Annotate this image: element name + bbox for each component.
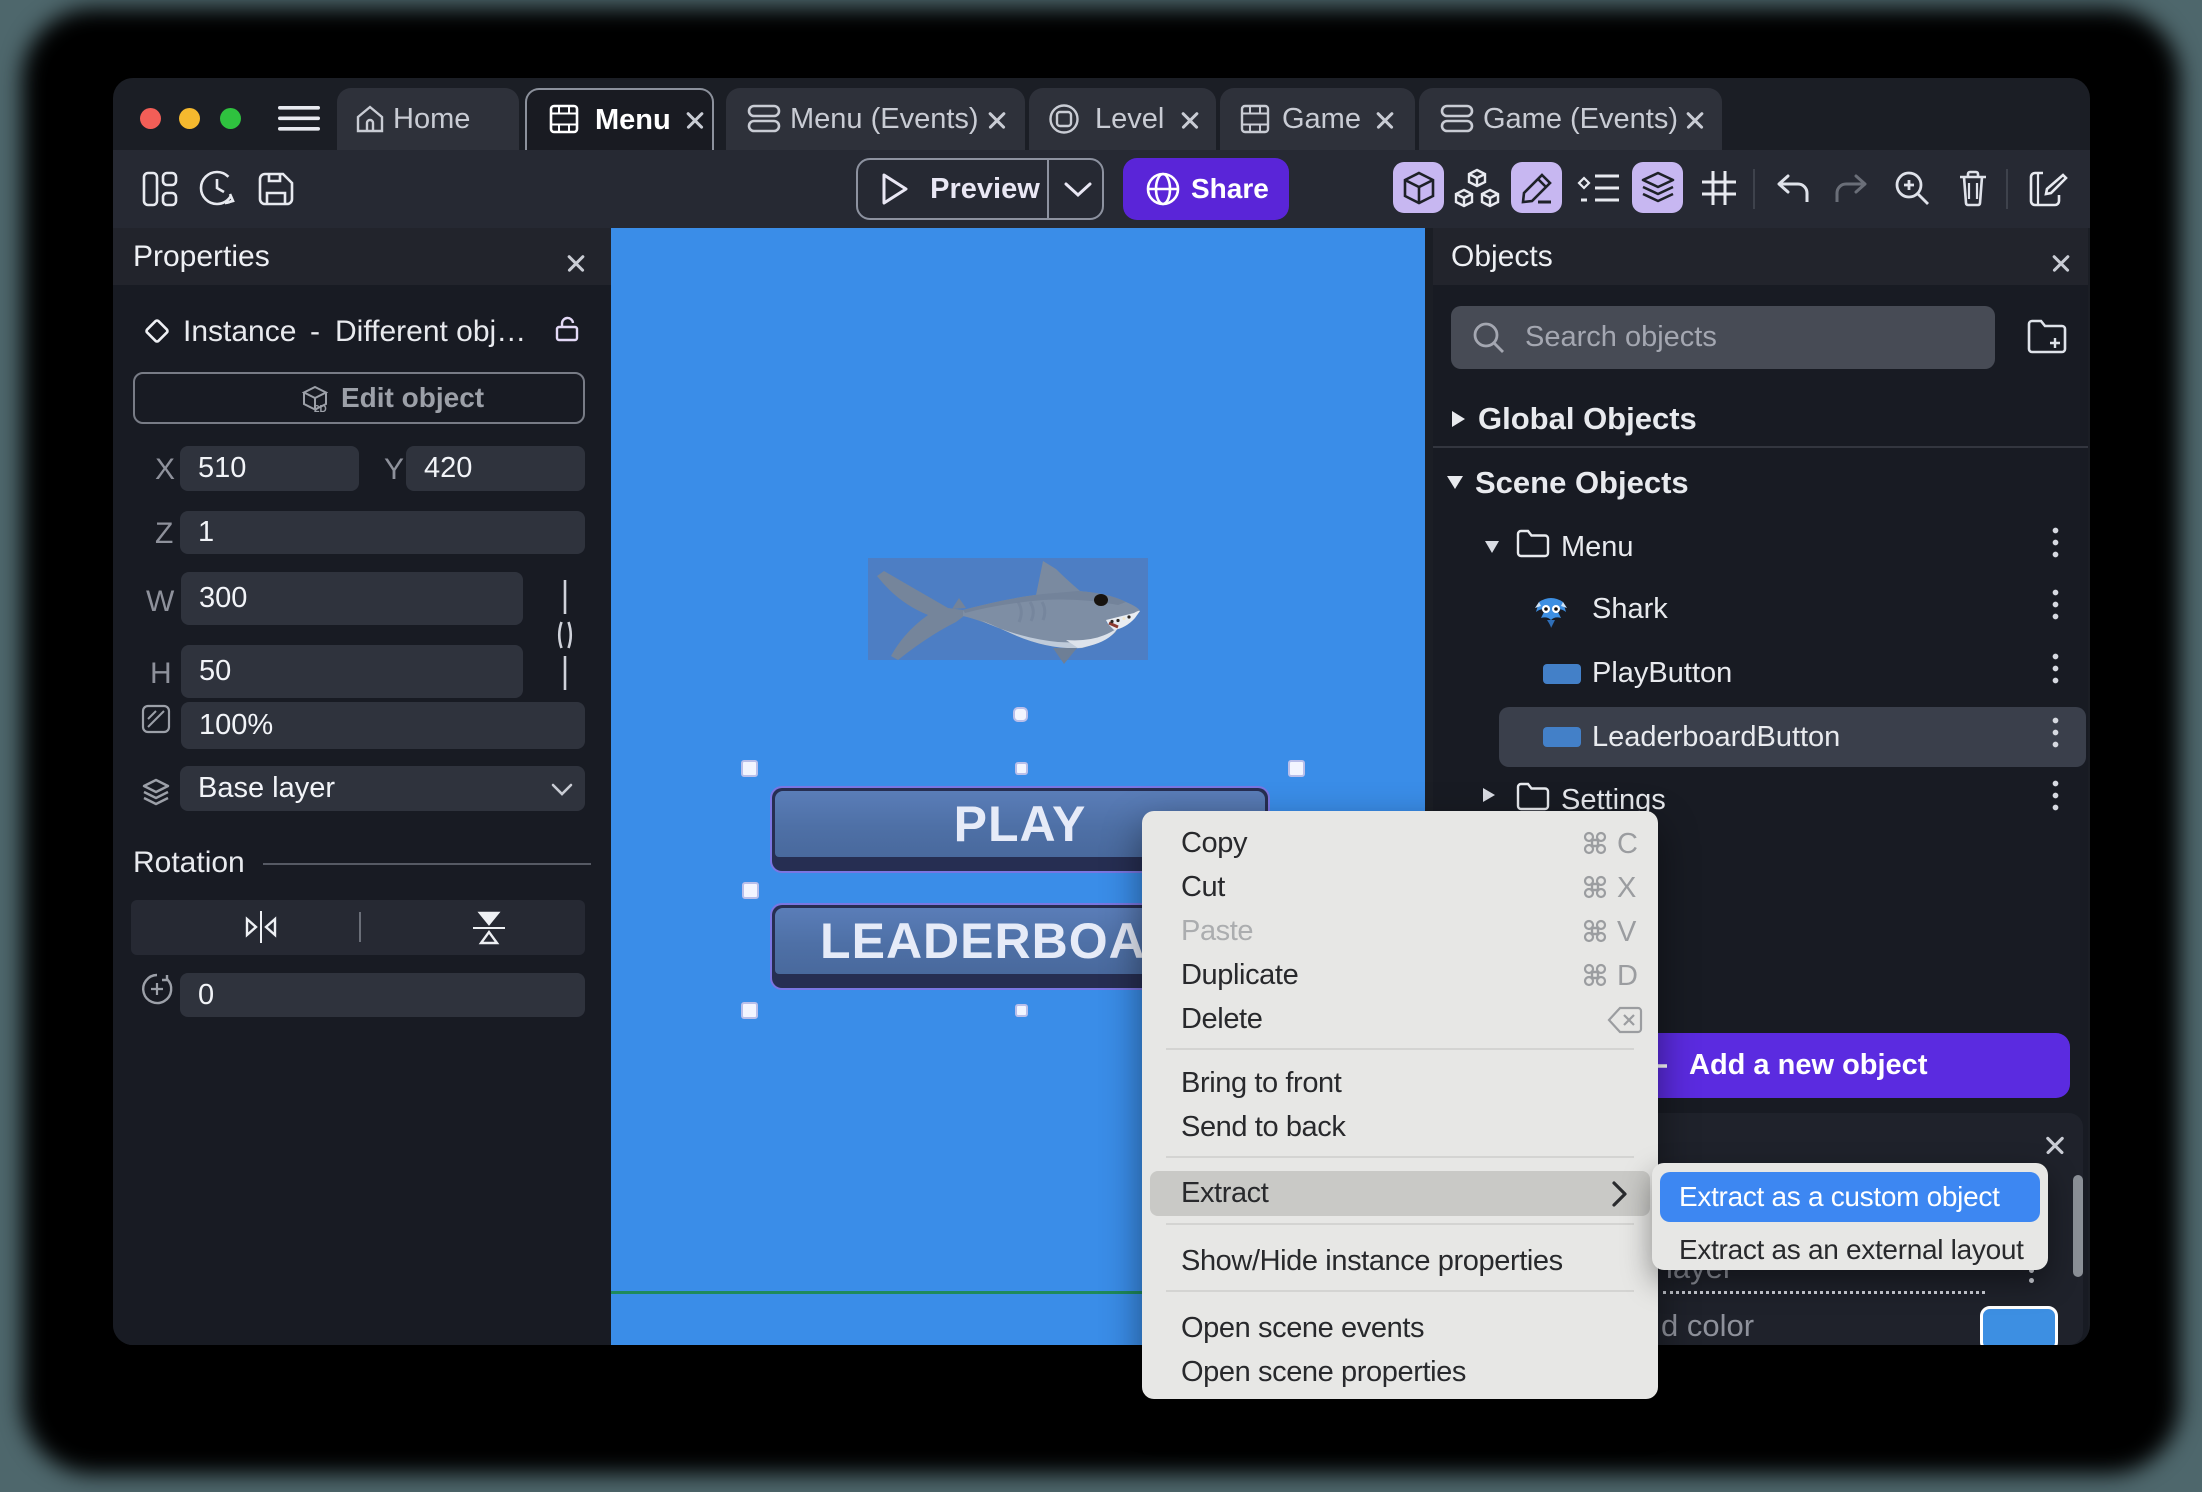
svg-text:2D: 2D bbox=[314, 404, 327, 415]
